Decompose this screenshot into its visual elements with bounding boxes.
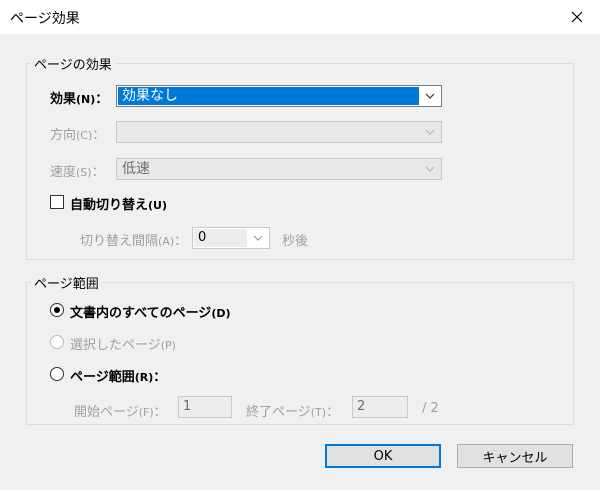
title-bar: ページ効果 bbox=[0, 0, 600, 34]
window-title: ページ効果 bbox=[10, 11, 80, 27]
chevron-down-icon[interactable] bbox=[419, 86, 441, 106]
all-pages-radio[interactable] bbox=[50, 303, 64, 317]
close-button[interactable] bbox=[554, 0, 600, 34]
chevron-down-icon[interactable] bbox=[419, 122, 441, 142]
cancel-button[interactable]: キャンセル bbox=[457, 444, 573, 468]
end-page-input[interactable]: 2 bbox=[352, 396, 408, 418]
interval-value: 0 bbox=[194, 229, 247, 247]
page-range-label[interactable]: ページ範囲(R)： bbox=[70, 366, 166, 385]
start-page-label: 開始ページ(F)： bbox=[74, 405, 167, 420]
selected-pages-label[interactable]: 選択したページ(P) bbox=[70, 334, 176, 353]
interval-unit: 秒後 bbox=[282, 234, 309, 249]
selected-pages-radio[interactable] bbox=[50, 335, 64, 349]
speed-dropdown[interactable]: 低速 bbox=[116, 158, 442, 180]
direction-value bbox=[118, 123, 419, 141]
chevron-down-icon[interactable] bbox=[247, 228, 269, 248]
effect-label: 効果(N)： bbox=[50, 92, 109, 107]
radio-selected-dot bbox=[54, 307, 60, 313]
auto-advance-label[interactable]: 自動切り替え(U) bbox=[70, 194, 167, 213]
chevron-down-icon[interactable] bbox=[419, 159, 441, 179]
direction-label: 方向(C)： bbox=[50, 128, 106, 143]
end-page-label: 終了ページ(T)： bbox=[246, 405, 340, 420]
effect-dropdown[interactable]: 効果なし bbox=[116, 85, 442, 107]
start-page-input[interactable]: 1 bbox=[178, 396, 232, 418]
close-icon bbox=[571, 11, 583, 23]
total-pages: / 2 bbox=[422, 401, 439, 416]
effect-value: 効果なし bbox=[118, 87, 419, 105]
speed-label: 速度(S)： bbox=[50, 165, 105, 180]
auto-advance-checkbox[interactable] bbox=[50, 195, 64, 209]
direction-dropdown[interactable] bbox=[116, 121, 442, 143]
range-group-legend: ページ範囲 bbox=[34, 277, 99, 292]
effect-group-legend: ページの効果 bbox=[34, 58, 112, 73]
interval-spinner[interactable]: 0 bbox=[192, 227, 270, 249]
speed-value: 低速 bbox=[122, 161, 150, 177]
interval-label: 切り替え間隔(A)： bbox=[80, 234, 188, 249]
page-range-radio[interactable] bbox=[50, 367, 64, 381]
ok-button[interactable]: OK bbox=[325, 444, 441, 468]
all-pages-label[interactable]: 文書内のすべてのページ(D) bbox=[70, 302, 231, 321]
